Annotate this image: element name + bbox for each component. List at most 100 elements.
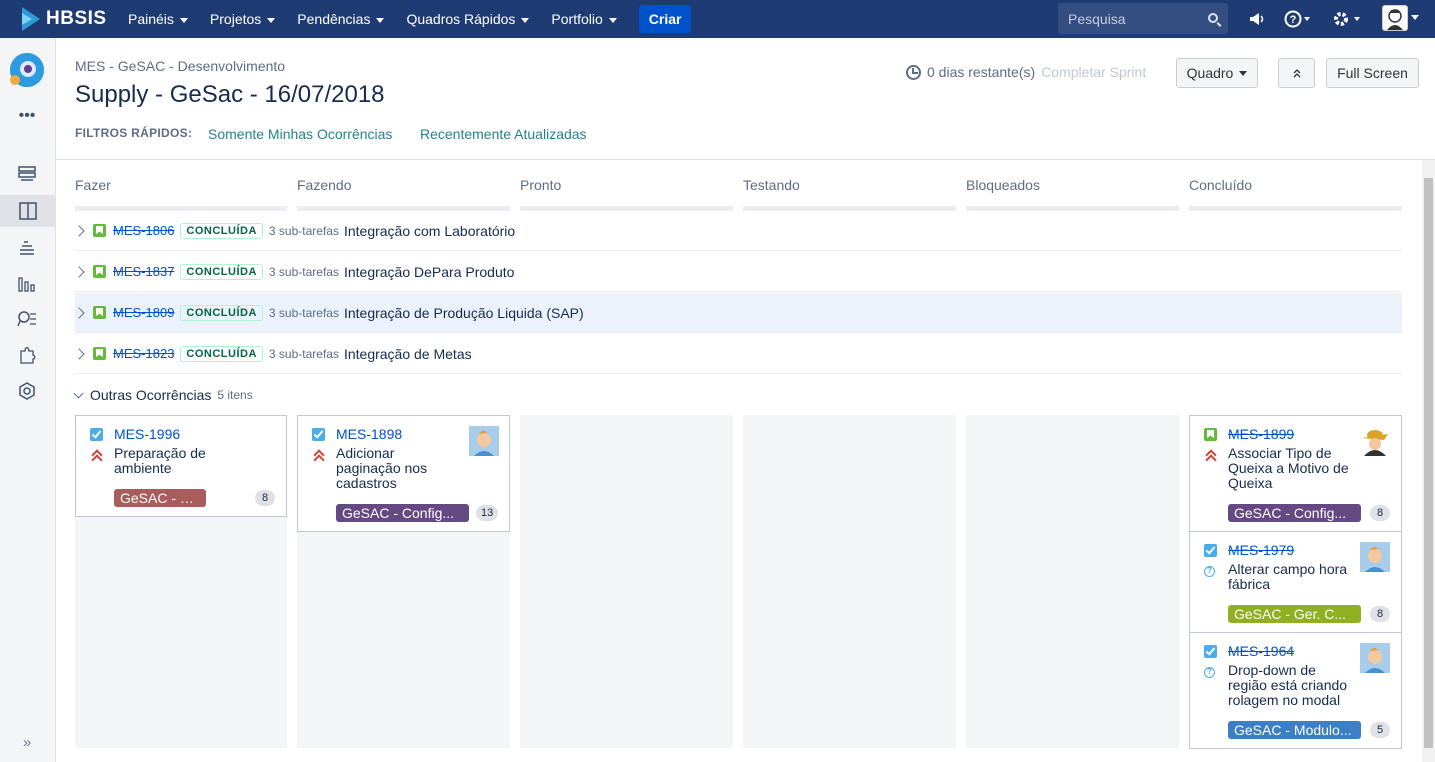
issue-card[interactable]: MES-1996 Preparação de ambiente GeSAC - … — [75, 415, 287, 517]
nav-projetos-label: Projetos — [209, 11, 262, 27]
card-summary-line: rolagem no modal — [1228, 692, 1341, 708]
status-badge: CONCLUÍDA — [180, 263, 263, 280]
page-title: Supply - GeSac - 16/07/2018 — [75, 81, 385, 108]
subtask-count: 3 sub-tarefas — [268, 346, 339, 361]
settings-icon[interactable] — [1332, 0, 1362, 38]
priority-highest-icon — [90, 448, 103, 462]
board-button-label: Quadro — [1186, 65, 1234, 81]
status-badge: CONCLUÍDA — [180, 222, 263, 239]
card-key[interactable]: MES-1996 — [114, 426, 180, 442]
swimlane[interactable]: MES-1809 CONCLUÍDA 3 sub-tarefas Integra… — [73, 293, 1402, 333]
project-sidebar: ••• » — [0, 38, 56, 762]
chevron-right-icon[interactable] — [73, 306, 85, 319]
card-summary-line: região está criando — [1228, 677, 1348, 693]
board-icon[interactable] — [0, 195, 56, 227]
nav-portfolio[interactable]: Portfolio — [545, 0, 622, 38]
swimlane[interactable]: MES-1837 CONCLUÍDA 3 sub-tarefas Integra… — [73, 252, 1402, 292]
issue-key[interactable]: MES-1809 — [113, 305, 174, 320]
scrollbar-thumb[interactable] — [1424, 178, 1433, 748]
estimate-badge: 8 — [255, 490, 275, 506]
issue-summary: Integração de Produção Liquida (SAP) — [343, 304, 584, 321]
nav-quadros-rapidos[interactable]: Quadros Rápidos — [400, 0, 535, 38]
breadcrumb[interactable]: MES - GeSAC - Desenvolvimento — [75, 58, 285, 74]
issue-summary: Integração de Metas — [343, 345, 472, 362]
create-button[interactable]: Criar — [638, 5, 692, 33]
card-key[interactable]: MES-1979 — [1228, 542, 1294, 558]
chevron-right-icon[interactable] — [73, 224, 85, 237]
chevron-double-up-icon — [1293, 69, 1300, 78]
task-icon — [1204, 645, 1217, 658]
task-icon — [90, 428, 103, 441]
swimlane[interactable]: MES-1806 CONCLUÍDA 3 sub-tarefas Integra… — [73, 211, 1402, 251]
issue-card[interactable]: MES-1898 Adicionar paginação nos cadastr… — [297, 415, 510, 532]
card-key[interactable]: MES-1964 — [1228, 643, 1294, 659]
issues-icon[interactable] — [17, 309, 37, 329]
collapse-header-button[interactable] — [1278, 58, 1315, 88]
card-summary: Preparação de ambiente — [114, 446, 206, 476]
hbsis-logo[interactable]: HBSIS — [20, 7, 112, 31]
more-icon[interactable]: ••• — [17, 106, 37, 126]
assignee-avatar[interactable] — [1360, 542, 1390, 572]
story-icon — [93, 347, 106, 360]
reports-icon[interactable] — [17, 274, 37, 294]
issue-card[interactable]: MES-1979 ? Alterar campo hora fábrica Ge… — [1189, 531, 1402, 633]
backlog-icon[interactable] — [17, 164, 37, 184]
card-key[interactable]: MES-1898 — [336, 426, 402, 442]
issue-key[interactable]: MES-1806 — [113, 223, 174, 238]
assignee-avatar[interactable] — [469, 426, 499, 456]
issue-key[interactable]: MES-1823 — [113, 346, 174, 361]
search-placeholder: Pesquisa — [1068, 10, 1126, 27]
task-icon — [312, 428, 325, 441]
issue-key[interactable]: MES-1837 — [113, 264, 174, 279]
expand-sidebar-icon[interactable]: » — [17, 733, 37, 753]
complete-sprint-link[interactable]: Completar Sprint — [1041, 64, 1146, 80]
card-key[interactable]: MES-1899 — [1228, 426, 1294, 442]
issue-card[interactable]: MES-1964 ? Drop-down de região está cria… — [1189, 632, 1402, 749]
nav-projetos[interactable]: Projetos — [204, 0, 281, 38]
column-header-fazendo: Fazendo — [297, 177, 352, 193]
releases-icon[interactable] — [17, 238, 37, 258]
issue-summary: Integração com Laboratório — [343, 222, 516, 239]
task-icon — [1204, 544, 1217, 557]
chevron-right-icon[interactable] — [73, 347, 85, 360]
header-divider — [56, 159, 1435, 160]
epic-label: GeSAC - QA — [114, 489, 206, 507]
column-header-bloqueados: Bloqueados — [966, 177, 1040, 193]
card-summary-line: Drop-down de — [1228, 662, 1316, 678]
card-summary-line: Associar Tipo de — [1228, 445, 1332, 461]
project-avatar[interactable] — [10, 53, 44, 87]
nav-paineis-label: Painéis — [128, 11, 174, 27]
nav-pendencias[interactable]: Pendências — [291, 0, 390, 38]
assignee-avatar[interactable] — [1360, 643, 1390, 673]
settings-hex-icon[interactable] — [17, 381, 37, 401]
search-input[interactable]: Pesquisa — [1058, 3, 1228, 34]
column-header-concluido: Concluído — [1189, 177, 1253, 193]
other-issues-header[interactable]: Outras Ocorrências 5 itens — [73, 387, 253, 403]
chevron-right-icon[interactable] — [73, 265, 85, 278]
column-header-testando: Testando — [743, 177, 800, 193]
megaphone-icon[interactable] — [1248, 0, 1266, 38]
issue-card[interactable]: MES-1899 Associar Tipo de Queixa a Motiv… — [1189, 415, 1402, 532]
fullscreen-button[interactable]: Full Screen — [1326, 58, 1419, 88]
estimate-badge: 13 — [476, 505, 499, 521]
quick-filter-recently-updated[interactable]: Recentemente Atualizadas — [420, 126, 587, 142]
card-summary: Alterar campo hora fábrica — [1228, 562, 1347, 592]
subtask-count: 3 sub-tarefas — [268, 223, 339, 238]
story-icon — [93, 306, 106, 319]
nav-paineis[interactable]: Painéis — [122, 0, 194, 38]
card-summary-line: fábrica — [1228, 576, 1271, 592]
addons-icon[interactable] — [17, 345, 37, 365]
status-badge: CONCLUÍDA — [180, 345, 263, 362]
card-summary-line: Preparação de — [114, 445, 206, 461]
quick-filter-my-issues[interactable]: Somente Minhas Ocorrências — [208, 126, 392, 142]
column-header-fazer: Fazer — [75, 177, 111, 193]
swimlane[interactable]: MES-1823 CONCLUÍDA 3 sub-tarefas Integra… — [73, 334, 1402, 374]
help-icon[interactable]: ? — [1284, 0, 1310, 38]
board-dropdown-button[interactable]: Quadro — [1176, 58, 1258, 88]
assignee-avatar[interactable] — [1360, 426, 1390, 456]
logo-text: HBSIS — [46, 8, 107, 29]
priority-unknown-icon: ? — [1204, 566, 1215, 577]
user-avatar[interactable] — [1382, 5, 1408, 31]
other-issues-count: 5 itens — [217, 388, 253, 402]
card-summary: Drop-down de região está criando rolagem… — [1228, 663, 1347, 708]
